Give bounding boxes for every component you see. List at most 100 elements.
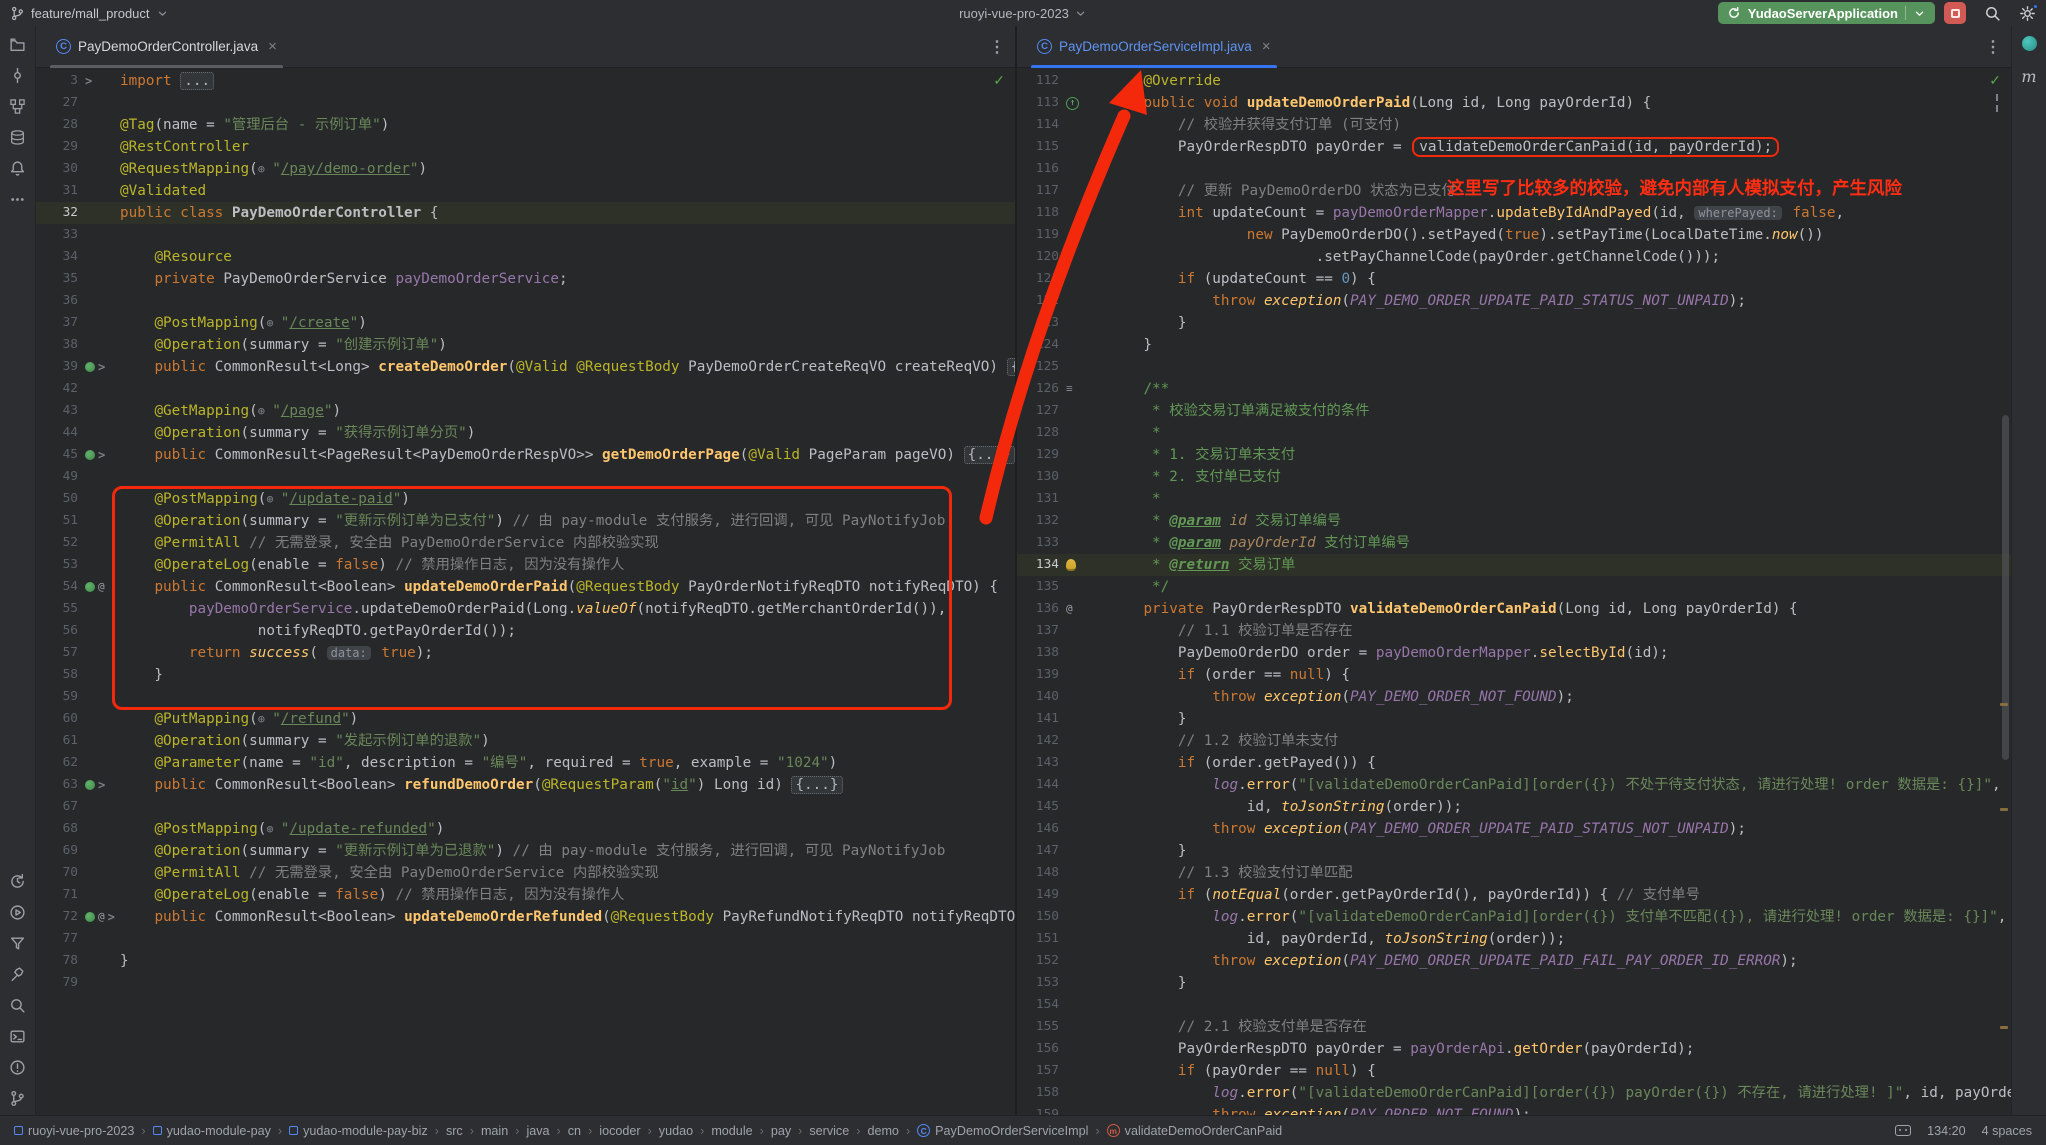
code-text[interactable]: * [1109,422,2011,444]
code-text[interactable]: if (notEqual(order.getPayOrderId(), payO… [1109,884,2011,906]
code-line[interactable]: 116 [1017,158,2011,180]
line-number[interactable]: 141 [1017,708,1059,730]
spring-bean-icon[interactable] [85,912,95,922]
code-text[interactable]: * @param payOrderId 支付订单编号 [1109,532,2011,554]
gutter[interactable]: 32 [36,202,120,224]
code-line[interactable]: 43 @GetMapping(⊕ "/page") [36,400,1015,422]
code-text[interactable]: * @return 交易订单 [1109,554,2011,576]
line-number[interactable]: 126 [1017,378,1059,400]
services-icon[interactable] [7,901,29,923]
code-text[interactable]: int updateCount = payDemoOrderMapper.upd… [1109,202,2011,224]
code-text[interactable] [120,796,1015,818]
code-line[interactable]: 68 @PostMapping(⊕ "/update-refunded") [36,818,1015,840]
code-text[interactable]: * [1109,488,2011,510]
code-text[interactable]: if (payOrder == null) { [1109,1060,2011,1082]
line-number[interactable]: 122 [1017,290,1059,312]
gutter[interactable]: 34 [36,246,120,268]
chevron-down-icon[interactable] [1913,7,1926,20]
code-line[interactable]: 140 throw exception(PAY_DEMO_ORDER_NOT_F… [1017,686,2011,708]
gutter[interactable]: 39> [36,356,120,378]
line-number[interactable]: 56 [36,620,78,642]
gutter[interactable]: 126≡ [1017,378,1109,400]
code-text[interactable]: @RequestMapping(⊕ "/pay/demo-order") [120,158,1015,180]
line-number[interactable]: 139 [1017,664,1059,686]
code-line[interactable]: 78} [36,950,1015,972]
code-text[interactable]: @PostMapping(⊕ "/update-refunded") [120,818,1015,840]
code-text[interactable]: public CommonResult<Boolean> updateDemoO… [120,906,1015,928]
gutter[interactable]: 42 [36,378,120,400]
code-line[interactable]: 67 [36,796,1015,818]
line-number[interactable]: 145 [1017,796,1059,818]
breadcrumb-item[interactable]: CPayDemoOrderServiceImpl [917,1124,1088,1138]
intention-bulb-icon[interactable] [1066,559,1076,571]
code-text[interactable]: @PutMapping(⊕ "/refund") [120,708,1015,730]
code-text[interactable]: throw exception(PAY_DEMO_ORDER_UPDATE_PA… [1109,818,2011,840]
code-line[interactable]: 52 @PermitAll // 无需登录, 安全由 PayDemoOrderS… [36,532,1015,554]
line-number[interactable]: 135 [1017,576,1059,598]
code-line[interactable]: 137 // 1.1 校验订单是否存在 [1017,620,2011,642]
code-line[interactable]: 128 * [1017,422,2011,444]
breadcrumb-item[interactable]: mvalidateDemoOrderCanPaid [1107,1124,1283,1138]
code-line[interactable]: 147 } [1017,840,2011,862]
code-text[interactable]: public CommonResult<Boolean> updateDemoO… [120,576,1015,598]
code-line[interactable]: 71 @OperateLog(enable = false) // 禁用操作日志… [36,884,1015,906]
code-line[interactable]: 27 [36,92,1015,114]
code-line[interactable]: 117 // 更新 PayDemoOrderDO 状态为已支付 [1017,180,2011,202]
search-everywhere-button[interactable] [1984,5,2001,22]
code-line[interactable]: 57 return success( data: true); [36,642,1015,664]
code-line[interactable]: 155 // 2.1 校验支付单是否存在 [1017,1016,2011,1038]
tab-paydemoorderserviceimpl[interactable]: C PayDemoOrderServiceImpl.java × [1027,26,1281,67]
gutter[interactable]: 52 [36,532,120,554]
code-line[interactable]: 130 * 2. 支付单已支付 [1017,466,2011,488]
code-text[interactable]: @OperateLog(enable = false) // 禁用操作日志, 因… [120,554,1015,576]
gutter[interactable]: 33 [36,224,120,246]
gutter[interactable]: 121 [1017,268,1109,290]
code-text[interactable] [120,378,1015,400]
code-line[interactable]: 132 * @param id 交易订单编号 [1017,510,2011,532]
code-text[interactable]: } [1109,972,2011,994]
code-line[interactable]: 55 payDemoOrderService.updateDemoOrderPa… [36,598,1015,620]
editor-content-left[interactable]: 3>import ...2728@Tag(name = "管理后台 - 示例订单… [36,68,1015,1115]
code-text[interactable] [1109,994,2011,1016]
code-text[interactable]: } [1109,840,2011,862]
line-number[interactable]: 119 [1017,224,1059,246]
gutter[interactable]: 152 [1017,950,1109,972]
gutter[interactable]: 129 [1017,444,1109,466]
more-options-icon[interactable]: ⋮ [1985,37,2001,57]
code-text[interactable]: @Operation(summary = "获得示例订单分页") [120,422,1015,444]
line-number[interactable]: 124 [1017,334,1059,356]
code-text[interactable]: @Operation(summary = "创建示例订单") [120,334,1015,356]
code-text[interactable]: @Tag(name = "管理后台 - 示例订单") [120,114,1015,136]
gutter[interactable]: 144 [1017,774,1109,796]
code-text[interactable]: @Parameter(name = "id", description = "编… [120,752,1015,774]
line-number[interactable]: 128 [1017,422,1059,444]
gutter[interactable]: 113↑ [1017,92,1109,114]
line-number[interactable]: 140 [1017,686,1059,708]
line-number[interactable]: 55 [36,598,78,620]
gutter[interactable]: 154 [1017,994,1109,1016]
breadcrumb-item[interactable]: java [526,1124,549,1138]
code-text[interactable]: * @param id 交易订单编号 [1109,510,2011,532]
code-line[interactable]: 3>import ... [36,70,1015,92]
line-number[interactable]: 151 [1017,928,1059,950]
line-number[interactable]: 60 [36,708,78,730]
line-number[interactable]: 118 [1017,202,1059,224]
build-icon[interactable] [7,963,29,985]
line-number[interactable]: 156 [1017,1038,1059,1060]
code-text[interactable]: @Operation(summary = "更新示例订单为已退款") // 由 … [120,840,1015,862]
code-text[interactable]: } [1109,708,2011,730]
line-number[interactable]: 71 [36,884,78,906]
history-icon[interactable] [7,870,29,892]
code-text[interactable]: log.error("[validateDemoOrderCanPaid][or… [1109,1082,2011,1104]
line-number[interactable]: 43 [36,400,78,422]
code-line[interactable]: 118 int updateCount = payDemoOrderMapper… [1017,202,2011,224]
gutter[interactable]: 147 [1017,840,1109,862]
code-line[interactable]: 159 throw exception(PAY_ORDER_NOT_FOUND)… [1017,1104,2011,1115]
gutter[interactable]: 155 [1017,1016,1109,1038]
gutter[interactable]: 54@ [36,576,120,598]
gutter[interactable]: 150 [1017,906,1109,928]
gutter[interactable]: 51 [36,510,120,532]
code-line[interactable]: 112 @Override [1017,70,2011,92]
code-text[interactable]: notifyReqDTO.getPayOrderId()); [120,620,1015,642]
gutter[interactable]: 137 [1017,620,1109,642]
